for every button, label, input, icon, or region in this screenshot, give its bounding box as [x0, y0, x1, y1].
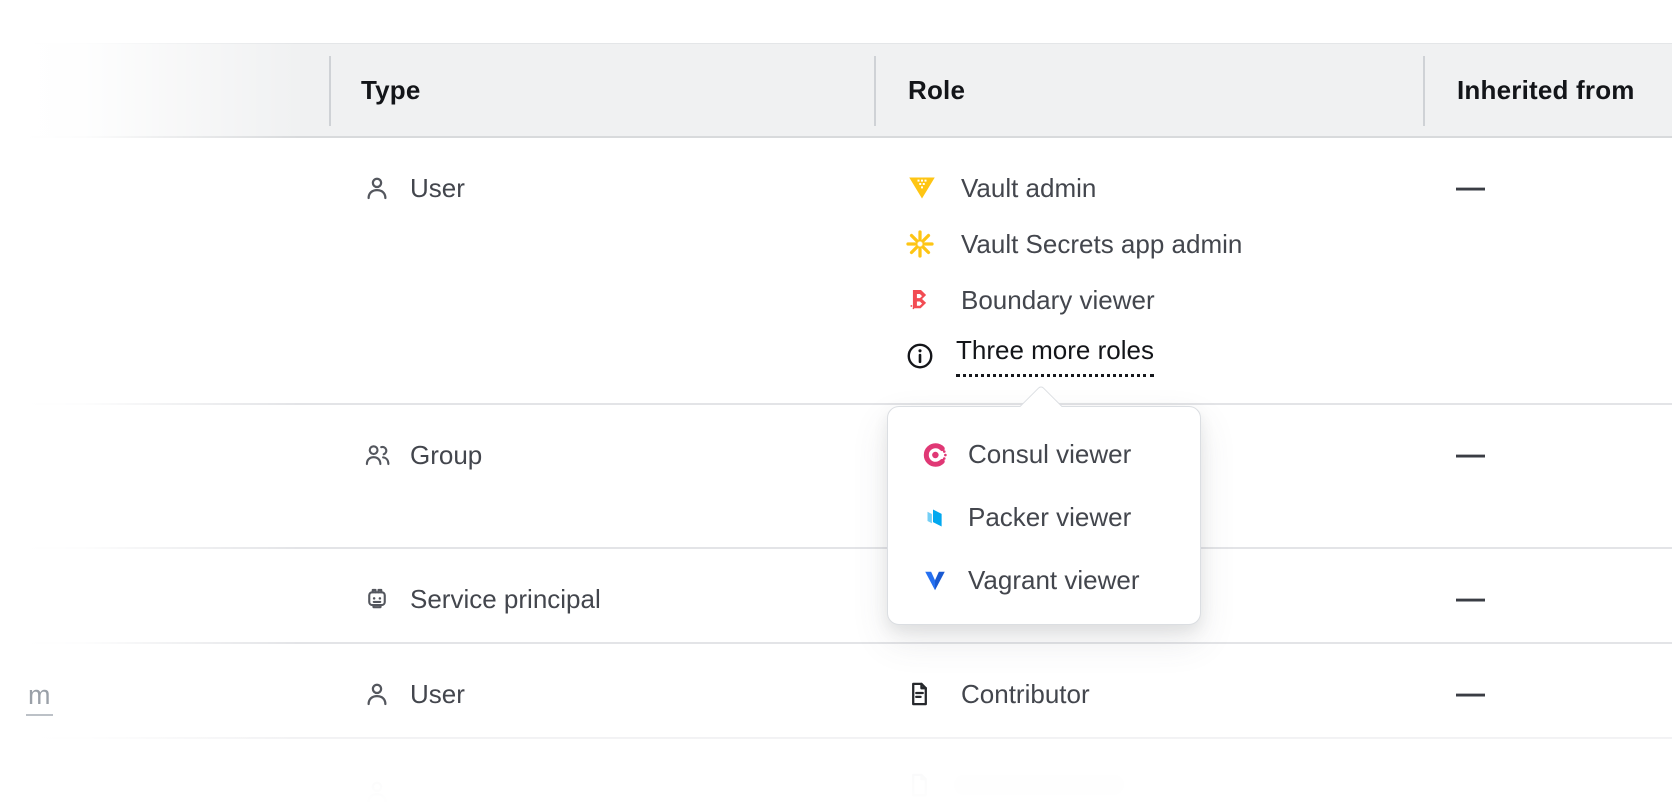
service-principal-robot-icon: [362, 584, 392, 614]
boundary-icon: [905, 284, 941, 316]
user-icon: [362, 679, 392, 709]
popover-role-label: Consul viewer: [968, 439, 1132, 469]
popover-role-label: Vagrant viewer: [968, 565, 1140, 595]
more-roles-popover: Consul viewer Packer viewer Vagrant view…: [887, 384, 1201, 625]
column-header-role: Role: [908, 74, 966, 105]
type-label: User: [410, 172, 465, 203]
role-label: Boundary viewer: [961, 284, 1155, 315]
popover-role-label: Packer viewer: [968, 502, 1132, 532]
inherited-from-value: —: [1456, 677, 1485, 710]
user-icon: [362, 777, 392, 802]
type-label: Group: [410, 439, 483, 470]
role-label: Vault Secrets app admin: [961, 228, 1243, 259]
three-more-roles-label[interactable]: Three more roles: [956, 335, 1154, 377]
table-header-row: Type Role Inherited from: [0, 43, 1672, 138]
column-divider: [329, 56, 331, 126]
document-icon: [905, 770, 934, 800]
table-row: m User Contributor —: [0, 642, 1672, 737]
user-icon: [362, 173, 392, 203]
three-more-roles-link[interactable]: Three more roles: [905, 328, 1242, 384]
vagrant-icon: [920, 565, 950, 597]
role-label: Vault admin: [961, 172, 1097, 203]
inherited-from-value: —: [1456, 171, 1485, 204]
contributor-document-icon: [905, 678, 941, 710]
inherited-from-value: —: [1456, 438, 1485, 471]
table-row: Group —: [0, 403, 1672, 547]
table-row-partial: [0, 737, 1672, 802]
truncated-principal-name-link[interactable]: m: [26, 680, 53, 716]
column-divider: [874, 56, 876, 126]
popover-role-item: Packer viewer: [920, 486, 1200, 549]
type-label: User: [410, 678, 465, 709]
popover-role-item: Vagrant viewer: [920, 549, 1200, 612]
faded-role-label-placeholder: [954, 775, 1124, 795]
column-divider: [1423, 56, 1425, 126]
iam-members-table-screen: Type Role Inherited from User Vault admi…: [0, 0, 1672, 802]
role-label: Contributor: [961, 678, 1090, 709]
table-row: User Vault admin Vault Secrets app admin: [0, 138, 1672, 403]
popover-role-item: Consul viewer: [920, 423, 1200, 486]
type-label: Service principal: [410, 583, 601, 614]
column-header-inherited-from: Inherited from: [1457, 74, 1635, 105]
inherited-from-value: —: [1456, 582, 1485, 615]
table-row: Service principal —: [0, 547, 1672, 642]
packer-icon: [920, 502, 950, 534]
column-header-type: Type: [361, 74, 421, 105]
vault-secrets-asterisk-icon: [905, 228, 941, 260]
vault-triangle-icon: [905, 172, 941, 204]
info-icon: [905, 340, 941, 372]
consul-icon: [920, 439, 950, 471]
group-icon: [362, 440, 392, 470]
